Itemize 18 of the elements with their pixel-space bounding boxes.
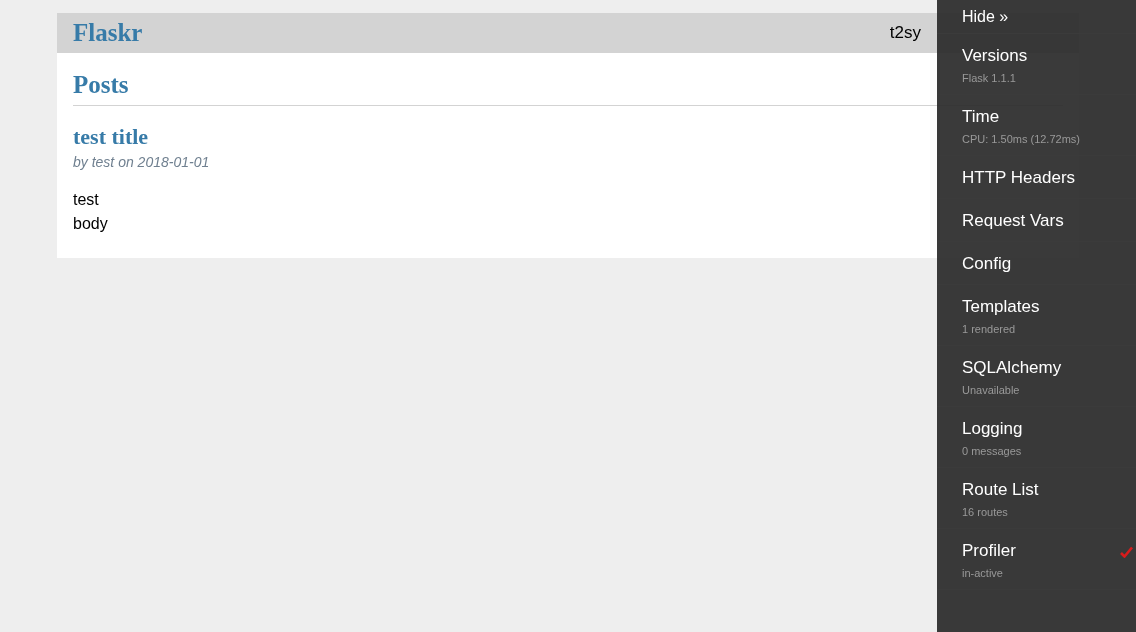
- toolbar-panel-item[interactable]: Request Vars: [937, 199, 1136, 242]
- toolbar-panel-item[interactable]: Route List 16 routes: [937, 468, 1136, 529]
- post-body: test body: [73, 190, 108, 234]
- toolbar-panel-item[interactable]: Templates 1 rendered: [937, 285, 1136, 346]
- toolbar-panel-item[interactable]: Profiler in-active: [937, 529, 1136, 590]
- post-byline: by test on 2018-01-01: [73, 154, 210, 170]
- toolbar-panel-item[interactable]: Logging 0 messages: [937, 407, 1136, 468]
- toolbar-panel-item[interactable]: SQLAlchemy Unavailable: [937, 346, 1136, 407]
- hide-toolbar-link[interactable]: Hide »: [937, 0, 1136, 34]
- username: t2sy: [889, 23, 921, 43]
- posts-heading: Posts: [73, 71, 129, 99]
- toolbar-panel-item[interactable]: HTTP Headers: [937, 156, 1136, 199]
- post-title: test title: [73, 124, 149, 150]
- toolbar-panel-item[interactable]: Time CPU: 1.50ms (12.72ms): [937, 95, 1136, 156]
- toolbar-panel-item[interactable]: Versions Flask 1.1.1: [937, 34, 1136, 95]
- toolbar-panel-item[interactable]: Config: [937, 242, 1136, 285]
- check-icon[interactable]: [1120, 546, 1133, 558]
- site-title: Flaskr: [73, 19, 143, 47]
